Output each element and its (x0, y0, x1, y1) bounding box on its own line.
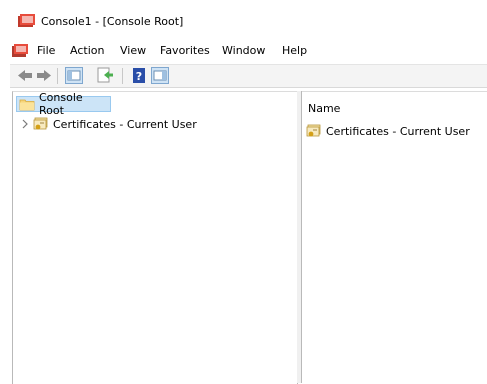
help-icon[interactable]: ? (130, 67, 148, 84)
tree-node-label: Console Root (39, 91, 83, 117)
menu-bar: File Action View Favorites Window Help (0, 38, 487, 62)
tree-node-certificates[interactable]: Certificates - Current User (33, 116, 213, 132)
expand-chevron-icon[interactable] (21, 119, 29, 129)
column-header-name[interactable]: Name (308, 102, 340, 115)
list-item-certificates[interactable]: Certificates - Current User (306, 124, 470, 138)
show-hide-tree-icon[interactable] (65, 67, 83, 84)
export-list-icon[interactable] (96, 67, 114, 84)
show-hide-action-pane-icon[interactable] (151, 67, 169, 84)
toolbar: ? (10, 64, 487, 88)
tree-pane[interactable]: Console Root Certificates - Current User (12, 91, 298, 384)
results-pane[interactable]: Name Certificates - Current User (302, 91, 487, 384)
toolbar-separator (122, 68, 123, 84)
svg-text:?: ? (136, 70, 142, 83)
menu-view[interactable]: View (120, 43, 146, 58)
list-item-label: Certificates - Current User (326, 124, 470, 138)
window-title: Console1 - [Console Root] (41, 15, 184, 28)
forward-arrow-icon[interactable] (35, 67, 53, 84)
menu-action[interactable]: Action (70, 43, 104, 58)
folder-icon (19, 99, 35, 111)
back-arrow-icon[interactable] (16, 67, 34, 84)
tree-node-label: Certificates - Current User (53, 117, 197, 131)
menu-file[interactable]: File (37, 43, 55, 58)
certificates-icon (306, 124, 321, 137)
certificates-icon (33, 117, 48, 130)
mmc-app-icon (18, 14, 35, 27)
console-document-icon[interactable] (12, 44, 28, 58)
menu-window[interactable]: Window (222, 43, 265, 58)
tree-node-console-root[interactable]: Console Root (16, 91, 111, 117)
menu-favorites[interactable]: Favorites (160, 43, 210, 58)
toolbar-separator (57, 68, 58, 84)
title-bar: Console1 - [Console Root] (0, 0, 487, 38)
menu-help[interactable]: Help (282, 43, 307, 58)
